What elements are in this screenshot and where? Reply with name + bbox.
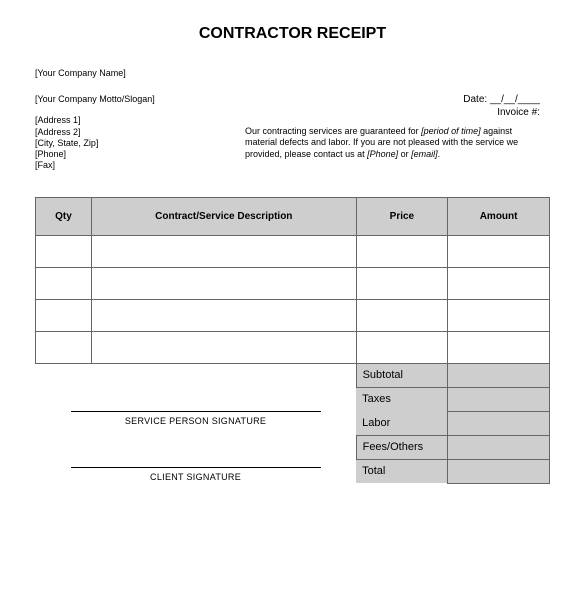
company-name: [Your Company Name] <box>35 68 550 80</box>
labor-label: Labor <box>356 411 448 435</box>
col-header-price: Price <box>356 197 448 235</box>
document-title: CONTRACTOR RECEIPT <box>35 25 550 43</box>
address-block: [Address 1] [Address 2] [City, State, Zi… <box>35 115 245 171</box>
service-signature-area: SERVICE PERSON SIGNATURE <box>36 363 357 435</box>
col-header-amount: Amount <box>448 197 550 235</box>
invoice-number-field: Invoice #: <box>245 107 540 118</box>
table-row <box>36 331 550 363</box>
subtotal-value <box>448 363 550 387</box>
table-row <box>36 235 550 267</box>
date-field: Date: __/__/____ <box>245 94 540 105</box>
address-2: [Address 2] <box>35 127 245 138</box>
client-signature-label: CLIENT SIGNATURE <box>36 472 356 482</box>
fees-value <box>448 435 550 459</box>
line-items-table: Qty Contract/Service Description Price A… <box>35 197 550 484</box>
guarantee-text: Our contracting services are guaranteed … <box>245 126 535 161</box>
col-header-qty: Qty <box>36 197 92 235</box>
address-1: [Address 1] <box>35 115 245 126</box>
subtotal-label: Subtotal <box>356 363 448 387</box>
city-state-zip: [City, State, Zip] <box>35 138 245 149</box>
company-info-block: [Your Company Name] <box>35 68 550 92</box>
labor-value <box>448 411 550 435</box>
table-row <box>36 267 550 299</box>
fax: [Fax] <box>35 160 245 171</box>
table-row <box>36 299 550 331</box>
phone: [Phone] <box>35 149 245 160</box>
fees-label: Fees/Others <box>356 435 448 459</box>
company-motto: [Your Company Motto/Slogan] <box>35 94 245 106</box>
client-signature-area: CLIENT SIGNATURE <box>36 435 357 483</box>
col-header-desc: Contract/Service Description <box>91 197 356 235</box>
total-value <box>448 459 550 483</box>
service-signature-label: SERVICE PERSON SIGNATURE <box>36 416 356 426</box>
total-label: Total <box>356 459 448 483</box>
taxes-label: Taxes <box>356 387 448 411</box>
taxes-value <box>448 387 550 411</box>
